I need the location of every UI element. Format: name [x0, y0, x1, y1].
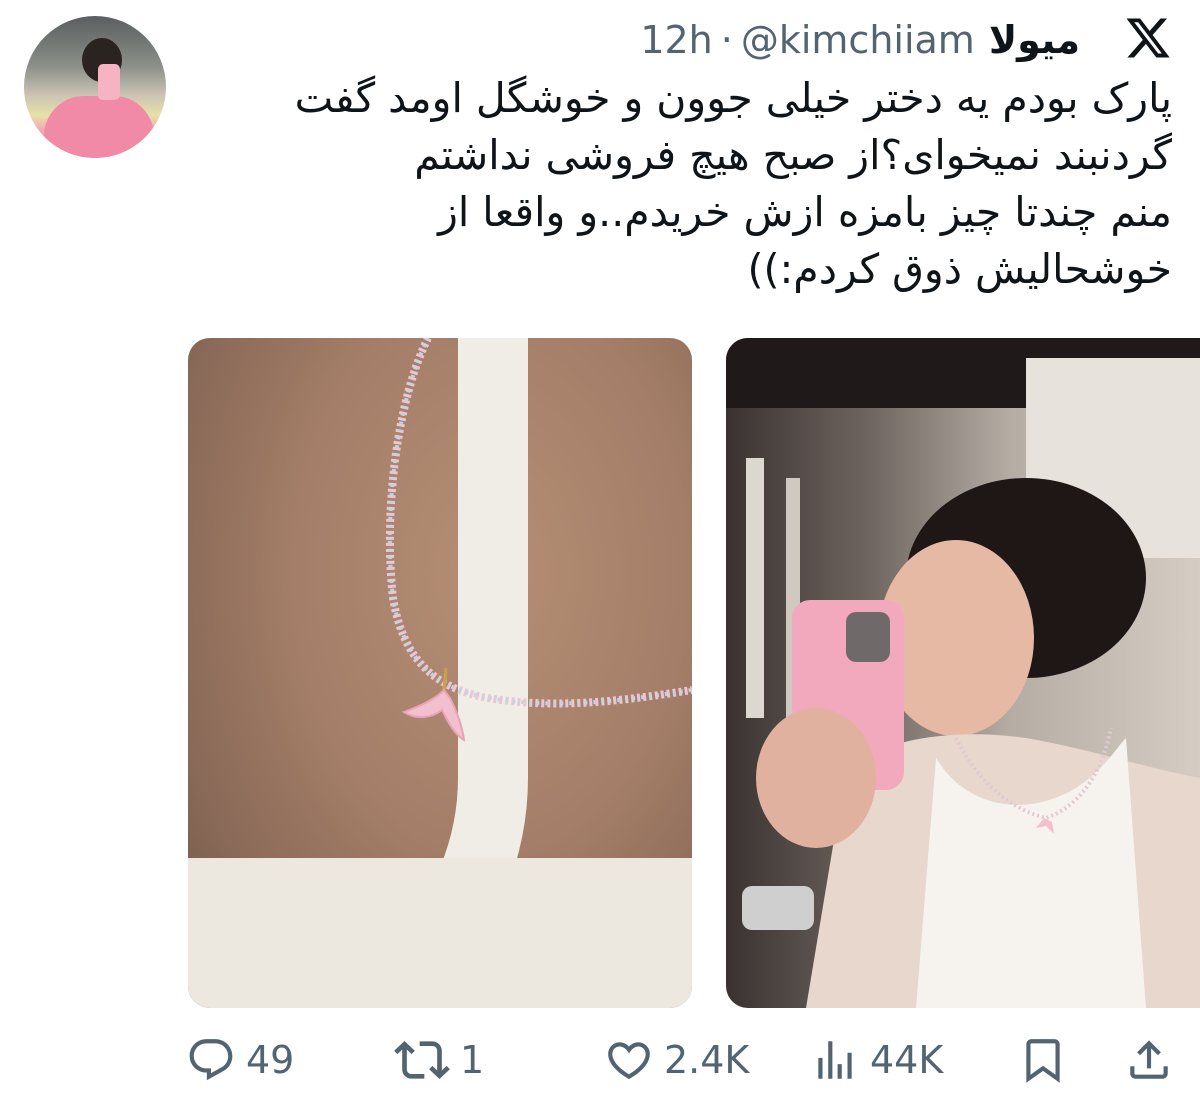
x-logo-icon	[1124, 14, 1172, 62]
like-button[interactable]: 2.4K	[604, 1030, 749, 1090]
reply-count: 49	[246, 1038, 295, 1082]
tweet-line: پارک بودم یه دختر خیلی جوون و خوشگل اومد…	[294, 74, 1172, 122]
tweet-line: گردنبند نمیخوای؟از صبح هیچ فروشی نداشتم	[414, 131, 1172, 179]
share-icon	[1130, 1040, 1168, 1079]
avatar-phone	[98, 64, 120, 100]
views-button[interactable]: 44K	[810, 1030, 943, 1090]
reply-icon	[189, 1039, 233, 1081]
retweet-icon	[394, 1041, 450, 1079]
reply-button[interactable]: 49	[186, 1030, 294, 1090]
display-name[interactable]: میولا	[989, 18, 1080, 62]
timestamp[interactable]: 12h	[640, 18, 712, 62]
heart-icon	[608, 1042, 650, 1080]
retweet-count: 1	[460, 1038, 485, 1082]
tweet-line: خوشحالیش ذوق کردم:))	[747, 245, 1173, 293]
media-grid	[188, 338, 1200, 1008]
action-bar: 49 1 2.4K 44K	[0, 1030, 1200, 1090]
tweet-line: منم چندتا چیز بامزه ازش خریدم..و واقعا ا…	[438, 188, 1172, 236]
selfie-illustration	[726, 338, 1200, 1008]
bookmark-icon	[1026, 1039, 1060, 1083]
views-count: 44K	[870, 1038, 944, 1082]
share-button[interactable]	[1124, 1030, 1184, 1090]
tweet-header: میولا @kimchiiam · 12h	[160, 12, 1080, 68]
avatar-figure-body	[44, 96, 154, 158]
like-count: 2.4K	[664, 1038, 750, 1082]
views-icon	[818, 1041, 852, 1079]
tweet-text: پارک بودم یه دختر خیلی جوون و خوشگل اومد…	[212, 70, 1172, 298]
separator-dot: ·	[720, 18, 733, 62]
photo-necklace-closeup[interactable]	[188, 338, 692, 1008]
bookmark-button[interactable]	[1018, 1030, 1078, 1090]
avatar[interactable]	[24, 16, 166, 158]
necklace-strand	[385, 338, 692, 742]
user-handle[interactable]: @kimchiiam	[741, 18, 975, 62]
retweet-button[interactable]: 1	[394, 1030, 484, 1090]
photo-mirror-selfie[interactable]	[726, 338, 1200, 1008]
